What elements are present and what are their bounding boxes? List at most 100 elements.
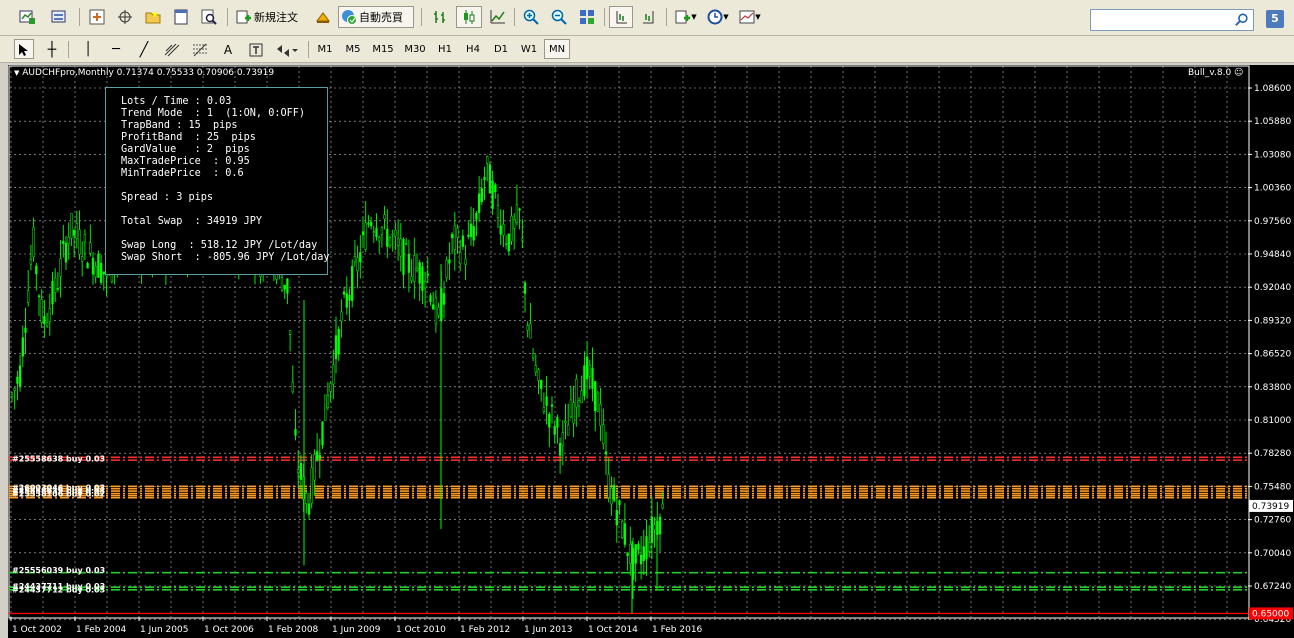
candle-body	[618, 500, 621, 505]
info-line	[121, 204, 327, 216]
new-order-icon	[236, 10, 251, 24]
crosshair-button[interactable]: ┼	[40, 39, 64, 59]
trendline-button[interactable]: ╱	[132, 39, 156, 59]
notification-badge[interactable]: 5	[1266, 10, 1284, 28]
text-label-button[interactable]	[244, 39, 268, 59]
new-order-label: 新規注文	[254, 11, 298, 24]
candle-body	[315, 451, 319, 461]
candle-body	[378, 237, 381, 242]
candle-body	[634, 544, 637, 564]
search-input[interactable]	[1090, 9, 1254, 31]
autotrade-label: 自動売買	[359, 11, 403, 24]
line-chart-button[interactable]	[486, 6, 510, 28]
candle-body	[367, 223, 370, 225]
candle-body	[575, 378, 578, 408]
y-axis-label: 0.72760	[1254, 516, 1291, 526]
candle-body	[83, 234, 87, 243]
candle-body	[477, 193, 481, 213]
terminal-button[interactable]	[169, 6, 193, 28]
y-axis-label: 0.89320	[1254, 316, 1291, 326]
chart-symbol-title: ▼ AUDCHFpro,Monthly 0.71374 0.75533 0.70…	[14, 68, 274, 78]
timeframe-mn-button[interactable]: MN	[544, 39, 570, 59]
strategy-tester-button[interactable]	[197, 6, 221, 28]
candle-body	[351, 266, 354, 301]
timeframe-h1-button[interactable]: H1	[432, 39, 458, 59]
new-chart-button[interactable]	[12, 6, 42, 28]
candle-body	[54, 277, 57, 293]
text-button[interactable]: A	[216, 39, 240, 59]
arrows-dropdown-icon	[277, 45, 298, 57]
candlestick-chart-button[interactable]	[456, 6, 482, 28]
candle-body	[621, 521, 624, 538]
candle-body	[291, 381, 294, 393]
bar-chart-icon	[434, 11, 445, 23]
tile-windows-button[interactable]	[575, 6, 599, 28]
channel-button[interactable]	[160, 39, 184, 59]
candle-body	[526, 325, 529, 331]
candle-body	[72, 229, 76, 236]
timeframe-h4-button[interactable]: H4	[460, 39, 486, 59]
candle-body	[426, 273, 429, 276]
x-axis-label: 1 Oct 2014	[588, 625, 638, 635]
line-chart-icon	[490, 10, 505, 24]
candle-body	[591, 367, 594, 389]
candle-body	[356, 257, 359, 272]
candle-body	[286, 278, 289, 294]
toolbar-separator	[514, 8, 515, 26]
y-axis-label: 0.67240	[1254, 582, 1291, 592]
auto-scroll-icon	[616, 11, 627, 24]
chart-shift-button[interactable]	[637, 6, 661, 28]
data-window-button[interactable]	[113, 6, 137, 28]
new-order-button[interactable]: 新規注文	[233, 6, 305, 28]
candle-body	[429, 295, 432, 302]
tile-windows-icon	[580, 10, 594, 24]
templates-button[interactable]: ▼	[736, 6, 764, 28]
terminal-icon	[174, 9, 188, 25]
horizontal-line-button[interactable]: ─	[104, 39, 128, 59]
chart-menu-arrow-icon[interactable]: ▼	[14, 69, 19, 77]
candle-body	[307, 503, 311, 515]
auto-scroll-button[interactable]	[609, 6, 633, 28]
clock-icon	[707, 9, 723, 25]
timeframe-m30-button[interactable]: M30	[400, 39, 430, 59]
candle-body	[556, 417, 559, 428]
navigator-button[interactable]	[141, 6, 165, 28]
timeframe-w1-button[interactable]: W1	[516, 39, 542, 59]
candle-body	[43, 316, 46, 325]
candle-body	[507, 233, 510, 252]
candle-body	[345, 293, 348, 308]
metaeditor-icon	[316, 12, 330, 23]
timeframe-m15-button[interactable]: M15	[368, 39, 398, 59]
candle-body	[467, 234, 470, 237]
candle-body	[580, 390, 583, 403]
candle-body	[461, 235, 465, 247]
y-axis-label: 0.86520	[1254, 350, 1291, 360]
timeframe-d1-button[interactable]: D1	[488, 39, 514, 59]
search-icon[interactable]	[1235, 13, 1249, 27]
autotrade-icon	[342, 10, 357, 25]
candle-body	[94, 266, 97, 278]
symbol-ohlc-text: AUDCHFpro,Monthly 0.71374 0.75533 0.7090…	[22, 68, 275, 78]
autotrade-toggle-button[interactable]: 自動売買	[338, 6, 414, 28]
indicators-button[interactable]: ▼	[672, 6, 700, 28]
profiles-button[interactable]	[44, 6, 74, 28]
fibonacci-button[interactable]	[188, 39, 212, 59]
zoom-out-button[interactable]	[547, 6, 571, 28]
arrows-button[interactable]	[272, 39, 302, 59]
vertical-line-button[interactable]: │	[76, 39, 100, 59]
zoom-in-button[interactable]	[519, 6, 543, 28]
cursor-button[interactable]	[14, 39, 34, 59]
periods-button[interactable]: ▼	[704, 6, 732, 28]
candle-body	[513, 219, 516, 229]
candle-body	[437, 307, 440, 316]
bar-chart-button[interactable]	[428, 6, 452, 28]
ea-info-panel: Lots / Time : 0.03 Trend Mode : 1 (1:ON, …	[105, 87, 330, 275]
timeframe-m1-button[interactable]: M1	[312, 39, 338, 59]
timeframe-m5-button[interactable]: M5	[340, 39, 366, 59]
candle-body	[510, 215, 513, 242]
candle-body	[332, 364, 335, 385]
metaeditor-button[interactable]	[311, 6, 335, 28]
candle-body	[494, 184, 497, 193]
candle-body	[348, 295, 351, 301]
market-watch-button[interactable]	[85, 6, 109, 28]
